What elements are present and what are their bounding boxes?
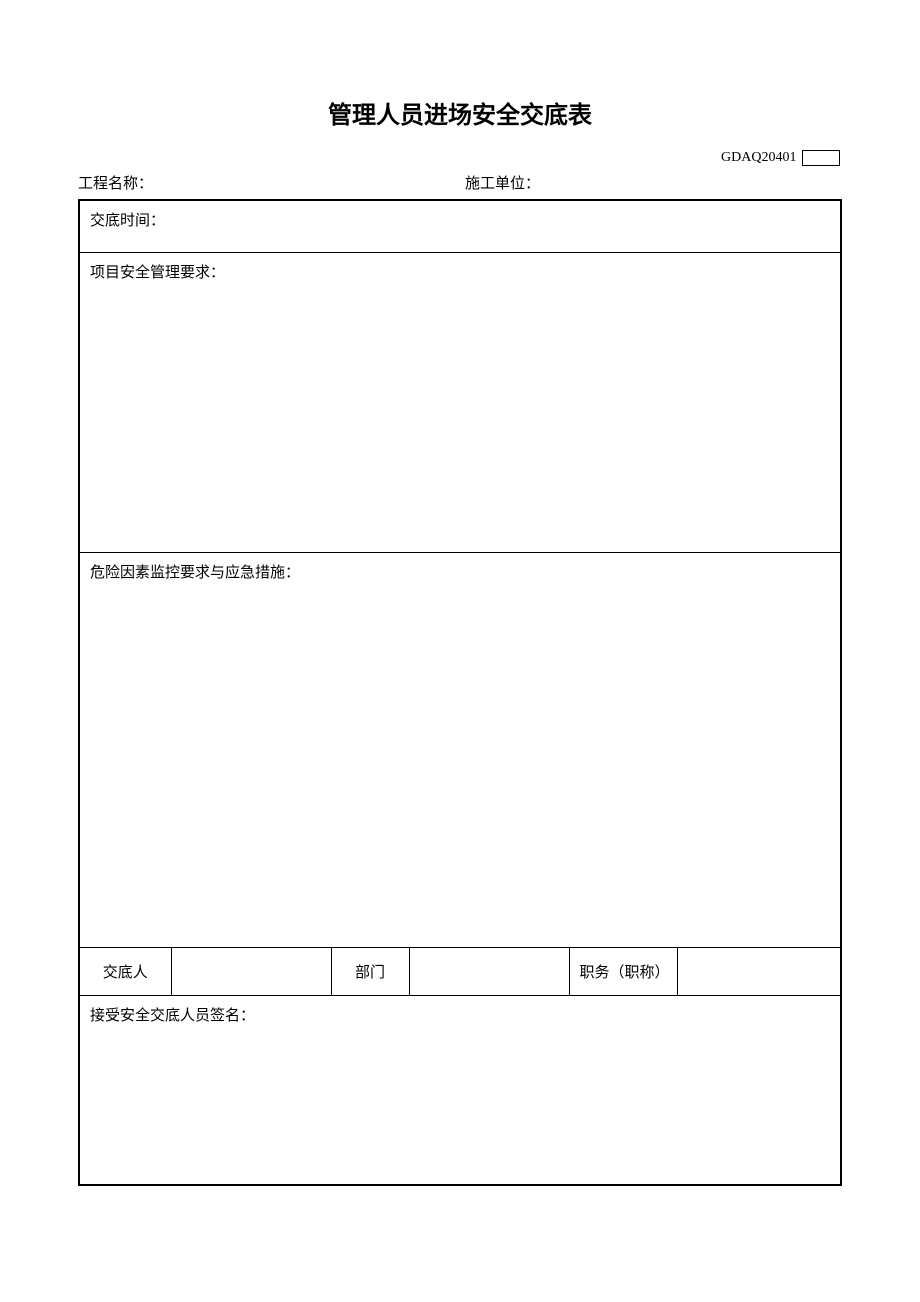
- time-cell[interactable]: 交底时间：: [79, 200, 841, 252]
- signer-position-label: 职务（职称）: [569, 947, 677, 995]
- requirements-label: 项目安全管理要求：: [90, 265, 225, 281]
- header-row: 工程名称： 施工单位：: [78, 172, 842, 193]
- risk-cell[interactable]: 危险因素监控要求与应急措施：: [79, 552, 841, 947]
- requirements-row: 项目安全管理要求：: [79, 252, 841, 552]
- signer-position-value[interactable]: [677, 947, 841, 995]
- signatures-label: 接受安全交底人员签名：: [90, 1008, 255, 1024]
- signer-person-value[interactable]: [171, 947, 331, 995]
- time-label: 交底时间：: [90, 213, 165, 229]
- form-code-text: GDAQ20401: [721, 150, 796, 165]
- signer-person-label: 交底人: [79, 947, 171, 995]
- form-page: 管理人员进场安全交底表 GDAQ20401 工程名称： 施工单位： 交底时间： …: [0, 0, 920, 1186]
- form-title: 管理人员进场安全交底表: [78, 95, 842, 130]
- signatures-row: 接受安全交底人员签名：: [79, 995, 841, 1185]
- construction-unit-label: 施工单位：: [455, 172, 842, 193]
- main-form-table: 交底时间： 项目安全管理要求： 危险因素监控要求与应急措施： 交底人 部门 职务…: [78, 199, 842, 1186]
- signer-dept-value[interactable]: [409, 947, 569, 995]
- signer-dept-label: 部门: [331, 947, 409, 995]
- signer-row: 交底人 部门 职务（职称）: [79, 947, 841, 995]
- requirements-cell[interactable]: 项目安全管理要求：: [79, 252, 841, 552]
- project-name-label: 工程名称：: [78, 172, 455, 193]
- form-code-row: GDAQ20401: [78, 150, 842, 166]
- risk-row: 危险因素监控要求与应急措施：: [79, 552, 841, 947]
- risk-label: 危险因素监控要求与应急措施：: [90, 565, 300, 581]
- form-code-box[interactable]: [802, 150, 840, 166]
- signatures-cell[interactable]: 接受安全交底人员签名：: [79, 995, 841, 1185]
- time-row: 交底时间：: [79, 200, 841, 252]
